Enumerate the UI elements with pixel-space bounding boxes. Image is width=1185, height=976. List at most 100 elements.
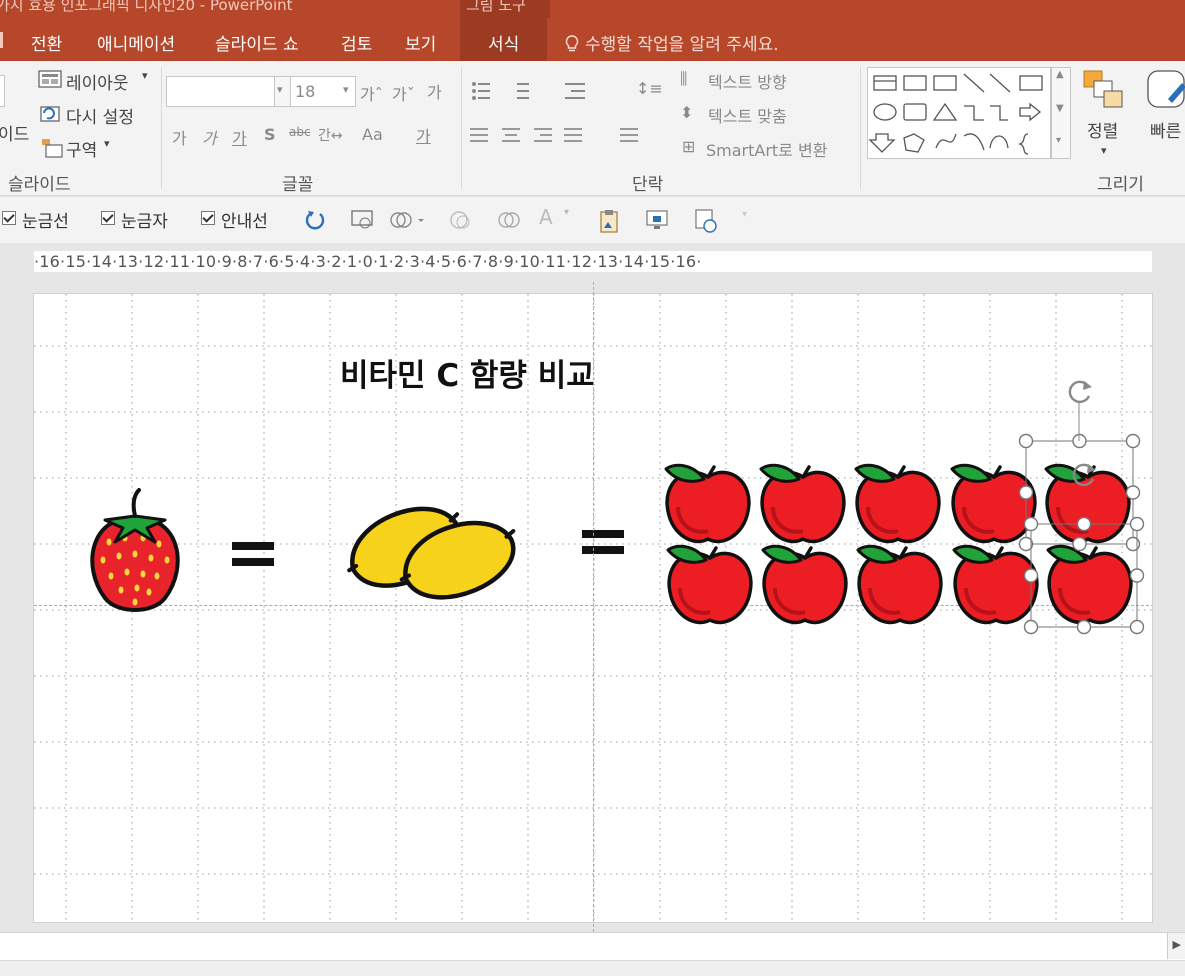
resize-handle[interactable] bbox=[1076, 516, 1092, 532]
apple-icon[interactable] bbox=[950, 463, 1037, 544]
intersect-shapes-icon[interactable] bbox=[496, 208, 522, 232]
resize-handle[interactable] bbox=[1023, 516, 1039, 532]
resize-handle[interactable] bbox=[1023, 568, 1039, 583]
tab-slideshow[interactable]: 슬라이드 쇼 bbox=[215, 30, 299, 55]
equals-sign[interactable] bbox=[582, 530, 624, 554]
tell-me-search[interactable]: 수행할 작업을 알려 주세요. bbox=[565, 30, 779, 55]
section-button[interactable]: 구역 bbox=[66, 136, 97, 161]
align-text-button[interactable]: 텍스트 맞춤 bbox=[708, 103, 787, 127]
tab-transitions[interactable]: 전환 bbox=[31, 30, 62, 55]
drawing-group-label: 그리기 bbox=[1097, 175, 1144, 195]
shapes-gallery-icons bbox=[868, 73, 1043, 155]
text-effects-icon[interactable]: A bbox=[539, 205, 553, 229]
picture-monitor-icon[interactable] bbox=[645, 208, 671, 234]
tab-view[interactable]: 보기 bbox=[405, 30, 436, 55]
horizontal-ruler[interactable]: ·16·15·14·13·12·11·10·9·8·7·6·5·4·3·2·1·… bbox=[34, 251, 1152, 272]
rotate-handle-icon[interactable] bbox=[1068, 380, 1092, 404]
section-icon bbox=[42, 139, 63, 158]
font-color-icon[interactable]: 가 bbox=[416, 123, 431, 147]
ribbon: 이드 레이아웃 ▾ 다시 설정 구역 ▾ 슬라이드 ▾ 18 ▾ 가ˆ 가ˇ 가… bbox=[0, 61, 1185, 196]
shrink-font-icon[interactable]: 가ˇ bbox=[392, 81, 415, 105]
lightbulb-icon bbox=[565, 35, 579, 52]
section-dropdown-arrow[interactable]: ▾ bbox=[104, 137, 110, 150]
chevron-down-icon[interactable]: ▾ bbox=[564, 207, 569, 218]
layout-icon bbox=[38, 70, 62, 88]
strikethrough-icon[interactable]: abc bbox=[289, 125, 311, 139]
chevron-up-icon[interactable]: ▲ bbox=[1056, 69, 1064, 80]
smartart-button[interactable]: SmartArt로 변환 bbox=[706, 137, 827, 161]
vertical-guide[interactable] bbox=[593, 282, 594, 932]
view-options-bar: 눈금선 눈금자 안내선 A ▾ ▾ bbox=[0, 197, 1185, 243]
group-separator bbox=[161, 67, 162, 189]
tab-animations[interactable]: 애니메이션 bbox=[97, 30, 175, 55]
equals-sign[interactable] bbox=[232, 542, 274, 566]
list-buttons-icon[interactable] bbox=[468, 79, 608, 103]
quick-styles-button[interactable]: 빠른 스타일 bbox=[1150, 117, 1185, 142]
grow-font-icon[interactable]: 가ˆ bbox=[360, 81, 383, 105]
merge-shapes-icon[interactable] bbox=[448, 208, 474, 232]
more-shapes-icon[interactable]: ▾ bbox=[1056, 135, 1061, 146]
reset-picture-icon[interactable] bbox=[304, 209, 326, 231]
alignment-buttons-icon[interactable] bbox=[468, 125, 668, 147]
title-bar: 가지 효용 인포그래픽 디자인20 - PowerPoint 그림 도구 bbox=[0, 0, 1185, 18]
change-case-button[interactable]: Aa bbox=[362, 125, 383, 144]
layout-dropdown-arrow[interactable]: ▾ bbox=[142, 69, 148, 82]
arrange-dropdown-arrow[interactable]: ▾ bbox=[1101, 144, 1107, 157]
clipboard-picture-icon[interactable] bbox=[598, 208, 622, 234]
apple-icon[interactable] bbox=[952, 544, 1039, 625]
reset-button[interactable]: 다시 설정 bbox=[66, 103, 134, 128]
guides-checkbox[interactable] bbox=[201, 211, 215, 225]
font-size-value: 18 bbox=[295, 82, 316, 101]
notes-bar: ▶ bbox=[0, 932, 1185, 960]
resize-handle[interactable] bbox=[1023, 619, 1039, 635]
chevron-down-icon[interactable]: ▼ bbox=[1056, 103, 1064, 114]
picture-web-icon[interactable] bbox=[694, 208, 720, 234]
resize-handle[interactable] bbox=[1018, 433, 1034, 449]
new-slide-label: 이드 bbox=[0, 125, 30, 145]
ruler-label: 눈금자 bbox=[121, 212, 168, 232]
shapes-gallery[interactable] bbox=[867, 67, 1051, 159]
layout-button[interactable]: 레이아웃 bbox=[66, 69, 129, 94]
text-direction-button[interactable]: 텍스트 방향 bbox=[708, 69, 787, 93]
smartart-icon: ⊞ bbox=[682, 137, 696, 156]
tab-format[interactable]: 서식 bbox=[460, 18, 548, 61]
strawberry-icon[interactable] bbox=[90, 488, 180, 612]
clear-format-icon[interactable]: 가 bbox=[427, 79, 442, 103]
shadow-button[interactable]: S bbox=[264, 125, 276, 144]
resize-handle[interactable] bbox=[1018, 485, 1034, 500]
resize-handle[interactable] bbox=[1125, 433, 1141, 449]
shape-combine-icon[interactable] bbox=[388, 208, 428, 232]
char-spacing-icon[interactable]: 간↔ bbox=[318, 125, 343, 145]
arrange-button[interactable]: 정렬 bbox=[1087, 117, 1118, 142]
resize-handle[interactable] bbox=[1125, 536, 1141, 552]
apple-icon[interactable] bbox=[1046, 544, 1133, 625]
new-slide-button[interactable] bbox=[0, 75, 5, 107]
more-options-icon[interactable]: ▾ bbox=[742, 209, 747, 220]
apple-icon[interactable] bbox=[666, 544, 753, 625]
slideshow-icon[interactable] bbox=[350, 208, 376, 232]
apple-icon[interactable] bbox=[664, 463, 751, 544]
tab-review[interactable]: 검토 bbox=[341, 30, 372, 55]
italic-button[interactable]: 가 bbox=[202, 125, 217, 149]
slide-editing-area: 비타민 C 함량 비교 bbox=[0, 282, 1185, 932]
resize-handle[interactable] bbox=[1129, 568, 1145, 583]
reset-icon bbox=[40, 106, 60, 122]
window-title: 가지 효용 인포그래픽 디자인20 - PowerPoint bbox=[0, 0, 293, 14]
gridlines-checkbox[interactable] bbox=[2, 211, 16, 225]
underline-button[interactable]: 가 bbox=[232, 125, 247, 149]
chevron-right-icon[interactable]: ▶ bbox=[1173, 938, 1181, 951]
resize-handle[interactable] bbox=[1129, 619, 1145, 635]
slides-group-label: 슬라이드 bbox=[8, 175, 71, 195]
line-spacing-icon[interactable]: ↕≡ bbox=[636, 79, 663, 98]
resize-handle[interactable] bbox=[1125, 485, 1141, 500]
apple-icon[interactable] bbox=[854, 463, 941, 544]
resize-handle[interactable] bbox=[1076, 619, 1092, 635]
bold-button[interactable]: 가 bbox=[172, 125, 187, 149]
resize-handle[interactable] bbox=[1129, 516, 1145, 532]
apple-icon[interactable] bbox=[761, 544, 848, 625]
chevron-down-icon[interactable]: ▾ bbox=[343, 83, 349, 96]
apple-icon[interactable] bbox=[856, 544, 943, 625]
resize-handle[interactable] bbox=[1072, 536, 1087, 552]
apple-icon[interactable] bbox=[759, 463, 846, 544]
ruler-checkbox[interactable] bbox=[101, 211, 115, 225]
